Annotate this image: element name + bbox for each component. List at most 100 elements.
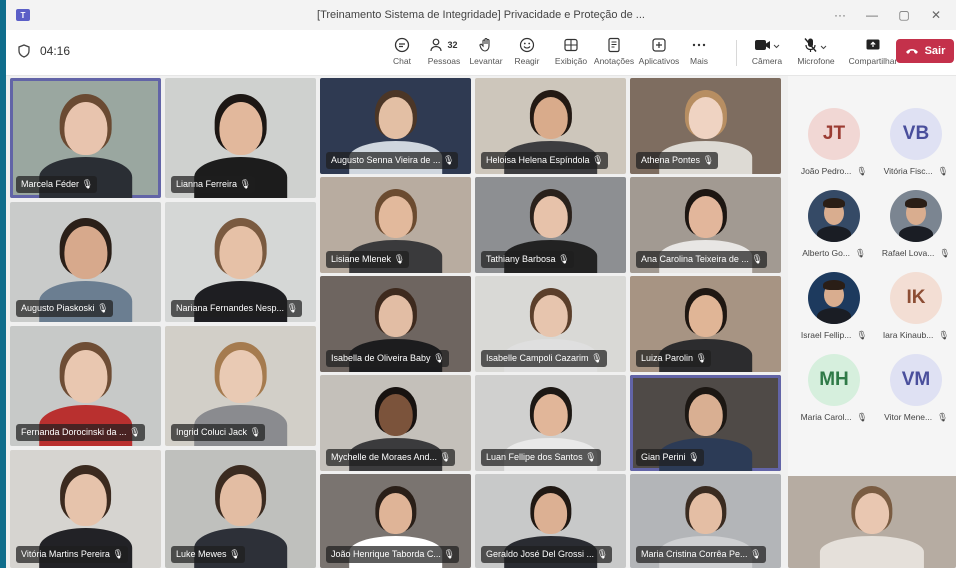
react-button[interactable]: Reagir — [512, 34, 542, 72]
video-tile[interactable]: Lisiane Mlenek 🎙︎ — [320, 177, 471, 273]
video-tile[interactable]: Ingrid Coluci Jack 🎙︎ — [165, 326, 316, 446]
video-tile[interactable]: Ana Carolina Teixeira de ... 🎙︎ — [630, 177, 781, 273]
raise-button[interactable]: Levantar — [468, 34, 504, 72]
participant-name: João Pedro... — [800, 166, 852, 176]
video-tile[interactable]: João Henrique Taborda C... 🎙︎ — [320, 474, 471, 568]
video-tile[interactable]: Marcela Féder 🎙︎ — [10, 78, 161, 198]
participant-name: Gian Perini — [641, 452, 686, 462]
video-tile[interactable]: Isabella de Oliveira Baby 🎙︎ — [320, 276, 471, 372]
participant-name-label: Heloisa Helena Espíndola 🎙︎ — [481, 152, 608, 169]
sidebar-participant-label: Rafael Lova... 🎙︎ — [882, 248, 950, 259]
mic-muted-icon: 🎙︎ — [81, 179, 94, 189]
participant-name-label: Vitória Martins Pereira 🎙︎ — [16, 546, 128, 563]
participant-name-label: Lisiane Mlenek 🎙︎ — [326, 251, 410, 268]
participant-name-label: Athena Pontes 🎙︎ — [636, 152, 719, 169]
mic-muted-icon: 🎙︎ — [229, 549, 241, 559]
participant-name: Mychelle de Moraes And... — [331, 452, 438, 462]
participant-face — [218, 226, 263, 279]
participant-name: Tathiany Barbosa — [486, 254, 556, 264]
sidebar-participant[interactable]: Rafael Lova... 🎙︎ — [876, 182, 956, 262]
participant-name: Vitória Martins Pereira — [21, 549, 110, 559]
notes-icon — [606, 34, 622, 56]
video-tile[interactable]: Augusto Piaskoski 🎙︎ — [10, 202, 161, 322]
window-more-button[interactable]: ··· — [824, 8, 856, 22]
participant-name-label: Ana Carolina Teixeira de ... 🎙︎ — [636, 251, 767, 268]
avatar: IK — [890, 272, 942, 324]
toolbar-divider — [736, 40, 737, 66]
sidebar-participant-label: Maria Carol... 🎙︎ — [801, 412, 868, 423]
participant-name: Luan Fellipe dos Santos — [486, 452, 583, 462]
raise-hand-icon — [478, 34, 494, 56]
sidebar-participant[interactable]: VM Vitor Mene... 🎙︎ — [876, 346, 956, 426]
video-tile[interactable]: Maria Cristina Corrêa Pe... 🎙︎ — [630, 474, 781, 568]
avatar — [890, 190, 942, 242]
mic-muted-icon: 🎙︎ — [937, 166, 949, 176]
ellipsis-icon — [691, 34, 707, 56]
avatar — [808, 272, 860, 324]
participant-name-label: Tathiany Barbosa 🎙︎ — [481, 251, 574, 268]
sidebar-participant[interactable]: VB Vitória Fisc... 🎙︎ — [876, 100, 956, 180]
video-tile[interactable]: Isabelle Campoli Cazarim 🎙︎ — [475, 276, 626, 372]
participant-face — [218, 350, 263, 403]
more-button[interactable]: Mais — [684, 34, 714, 72]
share-icon — [865, 34, 881, 56]
sidebar-participant-label: Vitor Mene... 🎙︎ — [884, 412, 948, 423]
sidebar-participant[interactable]: Israel Fellip... 🎙︎ — [794, 264, 874, 344]
sidebar-participant[interactable]: Alberto Go... 🎙︎ — [794, 182, 874, 262]
sidebar-participant[interactable]: MH Maria Carol... 🎙︎ — [794, 346, 874, 426]
video-tile[interactable]: Heloisa Helena Espíndola 🎙︎ — [475, 78, 626, 174]
video-tile[interactable]: Luiza Parolin 🎙︎ — [630, 276, 781, 372]
avatar: JT — [808, 108, 860, 160]
camera-icon — [754, 34, 780, 56]
video-tile[interactable]: Luke Mewes 🎙︎ — [165, 450, 316, 568]
participant-name: Augusto Piaskoski — [21, 303, 95, 313]
participant-face — [688, 394, 723, 437]
mic-muted-icon: 🎙︎ — [433, 353, 445, 363]
share-button[interactable]: Compartilhar — [846, 34, 900, 72]
video-tile[interactable]: Luan Fellipe dos Santos 🎙︎ — [475, 375, 626, 471]
video-tile[interactable]: Athena Pontes 🎙︎ — [630, 78, 781, 174]
sidebar-participant[interactable]: IK Iara Kinaub... 🎙︎ — [876, 264, 956, 344]
video-tile[interactable]: Lianna Ferreira 🎙︎ — [165, 78, 316, 198]
participant-face — [64, 473, 107, 526]
mic-button[interactable]: Microfone — [794, 34, 838, 72]
participant-name: Israel Fellip... — [800, 330, 852, 340]
avatar: VB — [890, 108, 942, 160]
title-bar: T [Treinamento Sistema de Integridade] P… — [6, 0, 956, 30]
participant-name: Heloisa Helena Espíndola — [486, 155, 590, 165]
video-tile[interactable]: Nariana Fernandes Nesp... 🎙︎ — [165, 202, 316, 322]
participant-name: Ana Carolina Teixeira de ... — [641, 254, 749, 264]
participant-name: João Henrique Taborda C... — [331, 549, 441, 559]
video-tile[interactable] — [788, 474, 956, 568]
participant-name-label: Mychelle de Moraes And... 🎙︎ — [326, 449, 456, 466]
participant-name: Geraldo José Del Grossi ... — [486, 549, 595, 559]
participant-face — [218, 102, 263, 155]
people-button[interactable]: 32 Pessoas — [426, 34, 462, 72]
video-tile[interactable]: Vitória Martins Pereira 🎙︎ — [10, 450, 161, 568]
mic-muted-icon: 🎙︎ — [129, 427, 141, 437]
video-tile[interactable]: Augusto Senna Vieira de ... 🎙︎ — [320, 78, 471, 174]
close-window-button[interactable]: ✕ — [920, 8, 952, 22]
sidebar-participant-label: Vitória Fisc... 🎙︎ — [884, 166, 949, 177]
sidebar-participant[interactable]: JT João Pedro... 🎙︎ — [794, 100, 874, 180]
video-tile[interactable]: Geraldo José Del Grossi ... 🎙︎ — [475, 474, 626, 568]
mic-muted-icon: 🎙︎ — [751, 254, 763, 264]
camera-button[interactable]: Câmera — [748, 34, 786, 72]
minimize-button[interactable]: — — [856, 8, 888, 22]
participant-name: Vitória Fisc... — [883, 166, 933, 176]
video-tile[interactable]: Gian Perini 🎙︎ — [630, 375, 781, 471]
participant-name-label: Lianna Ferreira 🎙︎ — [171, 176, 256, 193]
video-tile[interactable]: Mychelle de Moraes And... 🎙︎ — [320, 375, 471, 471]
left-accent-strip — [0, 0, 6, 568]
view-button[interactable]: Exibição — [554, 34, 588, 72]
participant-face — [378, 196, 413, 239]
react-label: Reagir — [514, 56, 540, 66]
leave-button[interactable]: Sair — [896, 39, 954, 63]
video-tile[interactable]: Tathiany Barbosa 🎙︎ — [475, 177, 626, 273]
mic-muted-icon: 🎙︎ — [856, 330, 868, 340]
video-tile[interactable]: Fernanda Dorocinski da ... 🎙︎ — [10, 326, 161, 446]
notes-button[interactable]: Anotações — [592, 34, 636, 72]
chat-button[interactable]: Chat — [386, 34, 418, 72]
apps-button[interactable]: Aplicativos — [636, 34, 682, 72]
maximize-button[interactable]: ▢ — [888, 8, 920, 22]
